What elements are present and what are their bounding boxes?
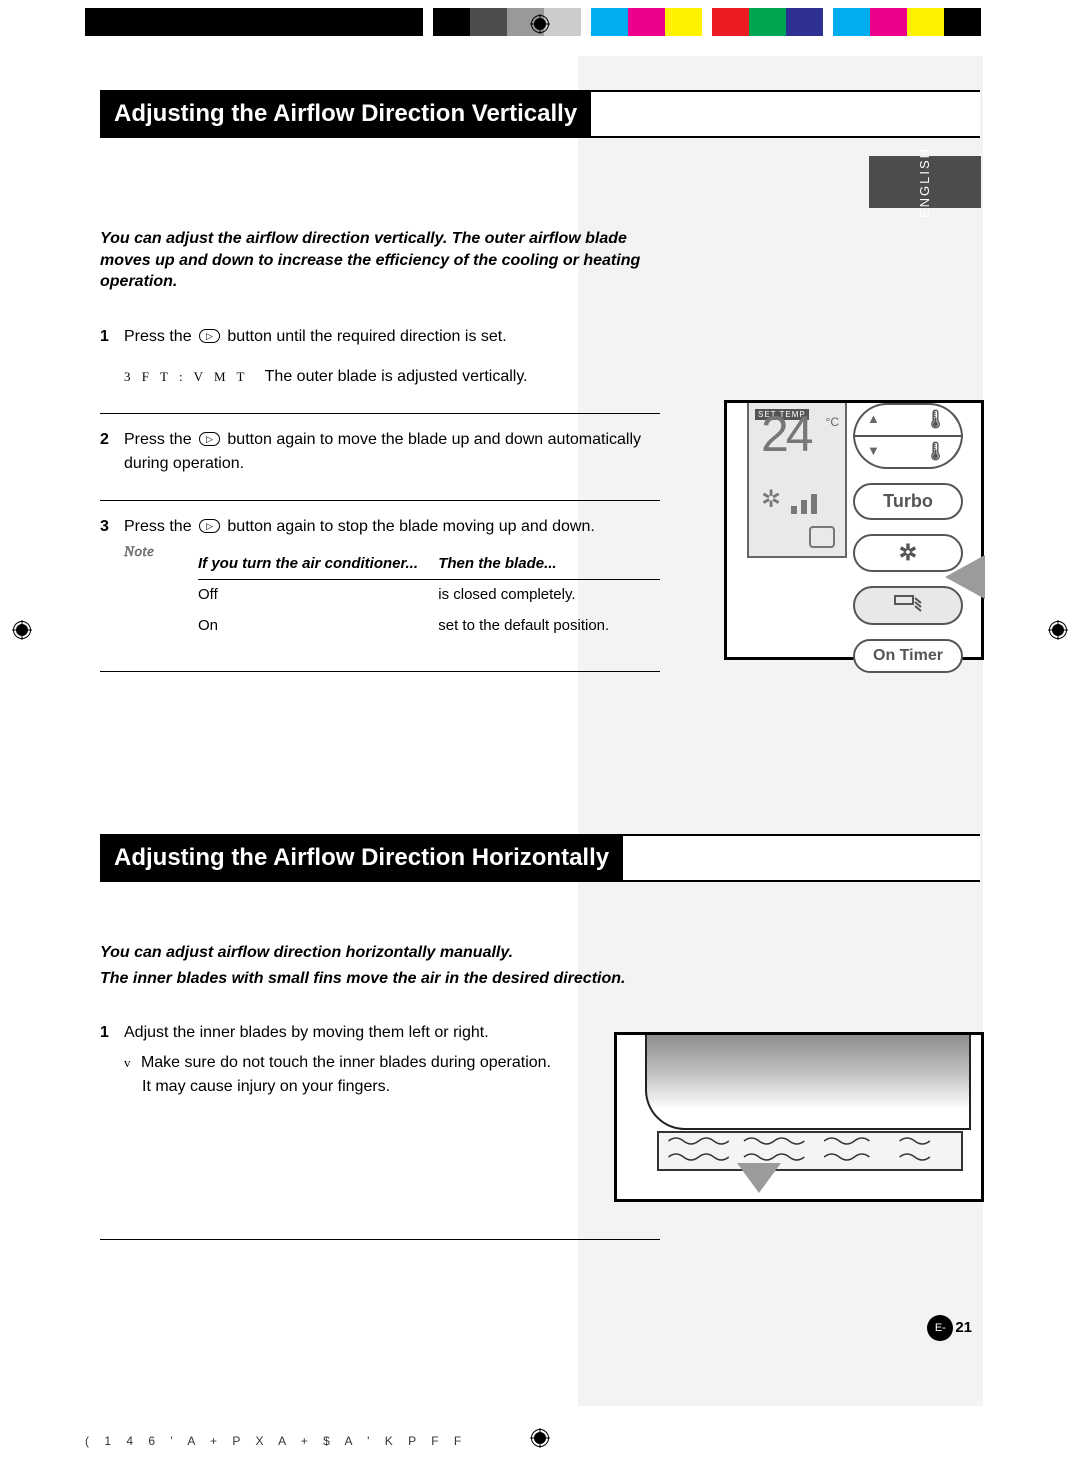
step-1: 1 Press the ▷ button until the required … xyxy=(100,311,660,414)
note-h2: Then the blade... xyxy=(438,549,660,580)
registration-mark-icon xyxy=(12,620,32,640)
pointer-arrow-icon xyxy=(945,555,985,599)
footer-code: ( 1 4 6 ' A + P X A + $ A ' K P F F xyxy=(85,1434,467,1448)
note-table: If you turn the air conditioner... Then … xyxy=(198,549,660,642)
temp-up-button: 🌡 xyxy=(853,403,963,437)
heading-horizontal: Adjusting the Airflow Direction Horizont… xyxy=(100,834,980,882)
remote-screen: SET TEMP 24 °C ✲ xyxy=(747,403,847,558)
heading-vertical: Adjusting the Airflow Direction Vertical… xyxy=(100,90,980,138)
unit-louvers xyxy=(657,1131,963,1171)
section2-intro-1: You can adjust airflow direction horizon… xyxy=(100,942,660,964)
language-label: ENGLISH xyxy=(917,146,932,217)
note-label: Note xyxy=(124,541,180,642)
bullet-icon: v xyxy=(124,1055,131,1070)
turbo-button: Turbo xyxy=(853,483,963,520)
page-number: E-21 xyxy=(927,1315,972,1341)
dir-button-icon: ▷ xyxy=(199,519,220,533)
ontimer-button: On Timer xyxy=(853,639,963,673)
heading-horizontal-text: Adjusting the Airflow Direction Horizont… xyxy=(100,836,623,880)
dir-button-icon: ▷ xyxy=(199,432,220,446)
figure-indoor-unit xyxy=(614,1032,984,1202)
registration-mark-icon xyxy=(1048,620,1068,640)
registration-mark-icon xyxy=(530,14,550,34)
registration-mark-icon xyxy=(530,1428,550,1448)
section1-intro: You can adjust the airflow direction ver… xyxy=(100,228,660,293)
temp-down-button: 🌡 xyxy=(853,435,963,469)
temp-unit: °C xyxy=(826,415,839,429)
note-h1: If you turn the air conditioner... xyxy=(198,549,438,580)
heading-vertical-text: Adjusting the Airflow Direction Vertical… xyxy=(100,92,591,136)
temp-value: 24 xyxy=(761,405,811,463)
swing-icon xyxy=(809,526,835,548)
figure-remote: SET TEMP 24 °C ✲ 🌡 🌡 Turbo ✲ On Timer xyxy=(724,400,984,660)
unit-body xyxy=(645,1035,971,1130)
pointer-arrow-icon xyxy=(737,1163,781,1193)
step-2: 2 Press the ▷ button again to move the b… xyxy=(100,414,660,501)
step-3: 3 Press the ▷ button again to stop the b… xyxy=(100,501,660,673)
fan-icon: ✲ xyxy=(761,485,781,514)
fan-speed-icon xyxy=(791,494,817,514)
section1-steps: 1 Press the ▷ button until the required … xyxy=(100,311,660,673)
section2-step-1: 1 Adjust the inner blades by moving them… xyxy=(100,1007,660,1240)
result-text: The outer blade is adjusted vertically. xyxy=(265,368,528,385)
dir-button-icon: ▷ xyxy=(199,329,220,343)
language-tab: ENGLISH xyxy=(869,156,981,208)
result-label: 3 F T : V M T xyxy=(124,369,249,384)
section2-intro-2: The inner blades with small fins move th… xyxy=(100,968,660,990)
